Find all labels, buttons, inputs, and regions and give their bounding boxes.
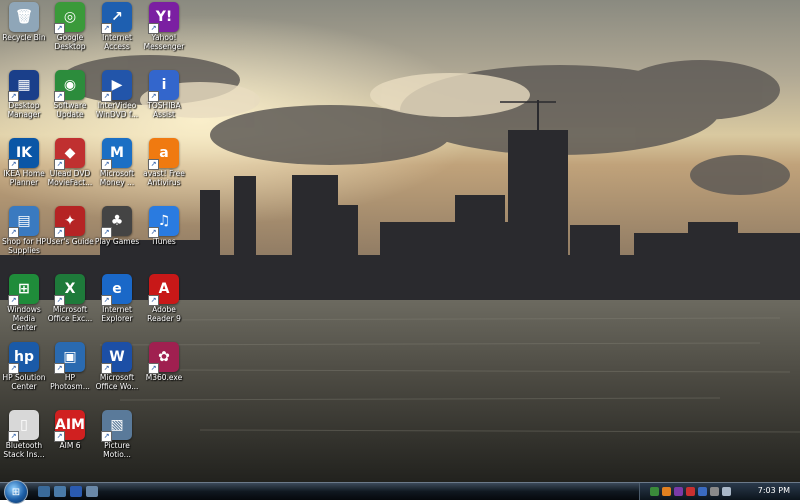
security-tray-icon[interactable] [686, 487, 695, 496]
desktop-icon-label: Internet Explorer [101, 305, 133, 323]
desktop-icon-avast-antivirus[interactable]: a ↗ avast! Free Antivirus [140, 136, 188, 196]
desktop-icon-microsoft-office-word[interactable]: W ↗ Microsoft Office Wo... [93, 340, 141, 400]
show-desktop-icon[interactable] [38, 486, 50, 497]
messenger-tray-icon[interactable] [674, 487, 683, 496]
quicklaunch-ie-icon[interactable] [70, 486, 82, 497]
desktop-icon-label: Desktop Manager [7, 101, 41, 119]
update-tray-icon[interactable] [698, 487, 707, 496]
desktop-icon-hp-solution-center[interactable]: hp ↗ HP Solution Center [0, 340, 48, 400]
desktop-icon-label: Microsoft Office Exc... [47, 305, 93, 323]
desktop-icon-hp-photosmart[interactable]: ▣ ↗ HP Photosm... [46, 340, 94, 400]
battery-icon[interactable] [710, 487, 719, 496]
shortcut-arrow-icon: ↗ [148, 227, 159, 238]
desktop-icon-label: AIM 6 [59, 441, 81, 450]
shortcut-arrow-icon: ↗ [54, 227, 65, 238]
desktop-icon-bluetooth-stack[interactable]: ▯ ↗ Bluetooth Stack Ins... [0, 408, 48, 468]
network-icon[interactable] [650, 487, 659, 496]
switch-windows-icon[interactable] [54, 486, 66, 497]
volume-icon[interactable] [722, 487, 731, 496]
start-button[interactable]: ⊞ [4, 480, 28, 504]
shortcut-arrow-icon: ↗ [101, 23, 112, 34]
shortcut-arrow-icon: ↗ [54, 363, 65, 374]
desktop-icon-intervideo-windvd[interactable]: ▶ ↗ InterVideo WinDVD f... [93, 68, 141, 128]
quicklaunch-media-icon[interactable] [86, 486, 98, 497]
taskbar: ⊞ 7:03 PM [0, 480, 800, 504]
desktop-icon-label: Google Desktop [54, 33, 86, 51]
desktop-icon-label: Software Update [53, 101, 87, 119]
desktop-icon-desktop-manager[interactable]: ▦ ↗ Desktop Manager [0, 68, 48, 128]
desktop-icon-label: Microsoft Money ... [99, 169, 135, 187]
shortcut-arrow-icon: ↗ [8, 431, 19, 442]
shortcut-arrow-icon: ↗ [101, 159, 112, 170]
shortcut-arrow-icon: ↗ [54, 159, 65, 170]
shortcut-arrow-icon: ↗ [148, 91, 159, 102]
desktop-icon-label: Play Games [94, 237, 140, 246]
desktop-icon-ulead-dvd[interactable]: ◆ ↗ Ulead DVD MovieFact... [46, 136, 94, 196]
desktop-icon-label: HP Photosm... [50, 373, 90, 391]
desktop-icon-users-guide[interactable]: ✦ ↗ User's Guide [46, 204, 94, 264]
desktop-icon-internet-access[interactable]: ↗ ↗ Internet Access [93, 0, 141, 60]
shortcut-arrow-icon: ↗ [148, 363, 159, 374]
desktop-icon-software-update[interactable]: ◉ ↗ Software Update [46, 68, 94, 128]
desktop-icon-label: Internet Access [102, 33, 132, 51]
system-tray: 7:03 PM [639, 483, 800, 500]
shortcut-arrow-icon: ↗ [148, 159, 159, 170]
clock[interactable]: 7:03 PM [758, 486, 790, 495]
shortcut-arrow-icon: ↗ [8, 159, 19, 170]
desktop-icon-label: Bluetooth Stack Ins... [3, 441, 45, 459]
avast-tray-icon[interactable] [662, 487, 671, 496]
desktop-icon-label: Windows Media Center [7, 305, 41, 332]
desktop-icon-label: avast! Free Antivirus [143, 169, 185, 187]
desktop-icon-m360-exe[interactable]: ✿ ↗ M360.exe [140, 340, 188, 400]
shortcut-arrow-icon: ↗ [54, 431, 65, 442]
desktop-icon-label: User's Guide [46, 237, 94, 246]
shortcut-arrow-icon: ↗ [101, 295, 112, 306]
shortcut-arrow-icon: ↗ [8, 227, 19, 238]
desktop-icon-label: Yahoo! Messenger [143, 33, 185, 51]
desktop-icon-picture-motion[interactable]: ▧ ↗ Picture Motio... [93, 408, 141, 468]
shortcut-arrow-icon: ↗ [8, 295, 19, 306]
desktop-icon-windows-media-center[interactable]: ⊞ ↗ Windows Media Center [0, 272, 48, 332]
shortcut-arrow-icon: ↗ [148, 295, 159, 306]
desktop-icon-toshiba-assist[interactable]: i ↗ TOSHIBA Assist [140, 68, 188, 128]
desktop-icon-ikea-home-planner[interactable]: IK ↗ IKEA Home Planner [0, 136, 48, 196]
desktop-icon-label: IKEA Home Planner [3, 169, 45, 187]
desktop-icon-google-desktop[interactable]: ◎ ↗ Google Desktop [46, 0, 94, 60]
desktop-icon-shop-for-hp-supplies[interactable]: ▤ ↗ Shop for HP Supplies [0, 204, 48, 264]
desktop-icon-itunes[interactable]: ♫ ↗ iTunes [140, 204, 188, 264]
desktop-icon-label: Adobe Reader 9 [147, 305, 181, 323]
recycle-bin-icon: 🗑 [9, 2, 39, 32]
desktop-icon-label: Picture Motio... [103, 441, 131, 459]
desktop-icon-adobe-reader[interactable]: A ↗ Adobe Reader 9 [140, 272, 188, 332]
desktop-icon-label: InterVideo WinDVD f... [95, 101, 139, 119]
shortcut-arrow-icon: ↗ [8, 363, 19, 374]
desktop-icon-label: TOSHIBA Assist [147, 101, 181, 119]
desktop-icon-microsoft-office-excel[interactable]: X ↗ Microsoft Office Exc... [46, 272, 94, 332]
desktop-icon-label: iTunes [152, 237, 176, 246]
shortcut-arrow-icon: ↗ [101, 91, 112, 102]
desktop-icon-label: Ulead DVD MovieFact... [47, 169, 93, 187]
shortcut-arrow-icon: ↗ [148, 23, 159, 34]
shortcut-arrow-icon: ↗ [54, 295, 65, 306]
shortcut-arrow-icon: ↗ [8, 91, 19, 102]
desktop-icon-recycle-bin[interactable]: 🗑 Recycle Bin [0, 0, 48, 60]
shortcut-arrow-icon: ↗ [54, 23, 65, 34]
desktop-icon-microsoft-money[interactable]: M ↗ Microsoft Money ... [93, 136, 141, 196]
desktop-icon-internet-explorer[interactable]: e ↗ Internet Explorer [93, 272, 141, 332]
desktop-icon-label: Recycle Bin [2, 33, 46, 42]
shortcut-arrow-icon: ↗ [54, 91, 65, 102]
desktop-icon-label: HP Solution Center [2, 373, 46, 391]
shortcut-arrow-icon: ↗ [101, 227, 112, 238]
shortcut-arrow-icon: ↗ [101, 363, 112, 374]
desktop-icon-play-games[interactable]: ♣ ↗ Play Games [93, 204, 141, 264]
shortcut-arrow-icon: ↗ [101, 431, 112, 442]
desktop-icon-label: M360.exe [145, 373, 183, 382]
desktop-icon-label: Shop for HP Supplies [1, 237, 47, 255]
desktop-icon-label: Microsoft Office Wo... [95, 373, 139, 391]
desktop-icon-yahoo-messenger[interactable]: Y! ↗ Yahoo! Messenger [140, 0, 188, 60]
desktop-icon-aim[interactable]: AIM ↗ AIM 6 [46, 408, 94, 468]
